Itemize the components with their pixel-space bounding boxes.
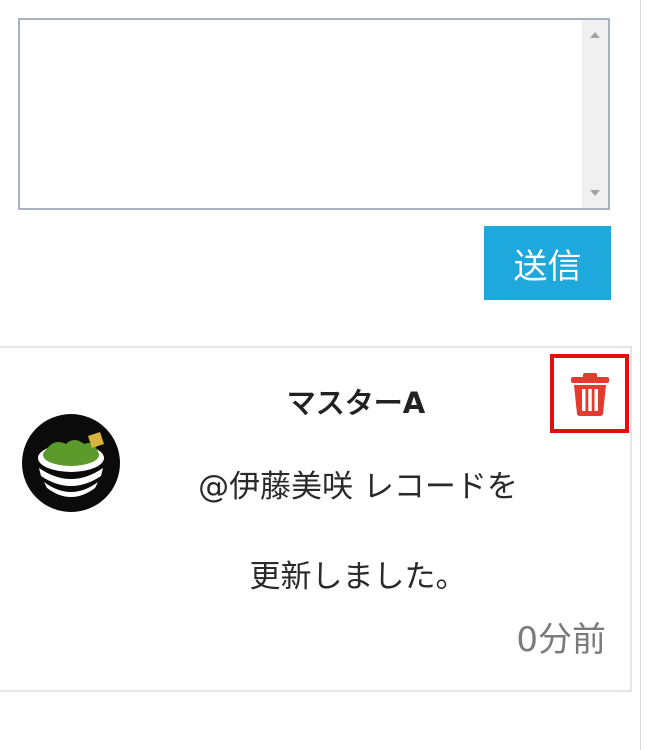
avatar: [22, 414, 120, 512]
delete-comment-button[interactable]: [570, 372, 610, 416]
comment-timestamp: 0分前: [516, 620, 606, 660]
delete-button-highlight: [550, 354, 629, 433]
avatar-bowl-icon: [22, 414, 120, 512]
send-button[interactable]: 送信: [484, 226, 611, 300]
comment-line-1: @伊藤美咲 レコードを: [150, 442, 566, 532]
comment-card: マスターA @伊藤美咲 レコードを 更新しました。 0分前: [0, 346, 632, 692]
scroll-down-arrow-icon[interactable]: [590, 190, 600, 196]
comment-line-2: 更新しました。: [249, 559, 467, 595]
panel-right-border: [640, 0, 641, 750]
scroll-up-arrow-icon[interactable]: [590, 32, 600, 38]
comment-textarea[interactable]: [20, 20, 582, 208]
trash-icon[interactable]: [570, 372, 610, 416]
comment-body: @伊藤美咲 レコードを 更新しました。: [150, 442, 566, 622]
mention-link[interactable]: @伊藤美咲: [198, 469, 353, 505]
comment-line-1-text: レコードを: [353, 469, 518, 505]
textarea-scrollbar[interactable]: [582, 20, 608, 208]
comment-input-box[interactable]: [18, 18, 610, 210]
